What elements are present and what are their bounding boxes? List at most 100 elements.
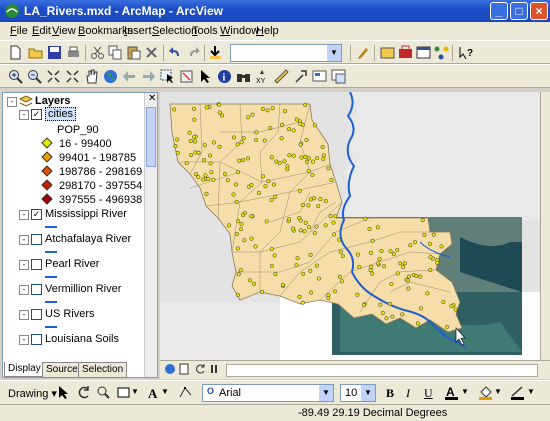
rectangle-tool-icon[interactable] [116,385,131,400]
zoom-out-icon[interactable] [27,69,42,84]
line-color-icon[interactable] [510,385,525,400]
chevron-down-icon[interactable]: ▼ [319,385,333,401]
collapse-icon[interactable]: - [19,285,29,295]
pause-drawing-icon[interactable] [208,363,220,375]
print-icon[interactable] [66,45,81,60]
menu-help[interactable]: Help [256,25,279,37]
save-icon[interactable] [47,45,62,60]
layer-visibility-checkbox[interactable] [31,259,42,270]
open-folder-icon[interactable] [28,45,43,60]
undo-icon[interactable] [168,45,183,60]
back-arrow-icon[interactable] [122,69,137,84]
menu-insert[interactable]: Insert [124,25,152,37]
editor-toolbar-icon[interactable] [356,45,371,60]
zoom-whole-page-icon[interactable] [96,385,111,400]
command-line-icon[interactable] [416,45,431,60]
toc-layer-row[interactable]: Atchafalaya River [45,233,131,247]
menu-window[interactable]: Window [220,25,259,37]
data-view-icon[interactable] [164,363,176,375]
time-slider-icon[interactable] [312,69,327,84]
chevron-down-icon[interactable]: ▼ [361,385,375,401]
chevron-down-icon[interactable]: ▼ [527,387,535,396]
layout-view-icon[interactable] [178,363,190,375]
select-features-icon[interactable] [160,69,175,84]
chevron-down-icon[interactable]: ▼ [161,387,169,396]
menu-selection[interactable]: Selection [152,25,197,37]
collapse-icon[interactable]: - [19,260,29,270]
new-document-icon[interactable] [8,45,23,60]
create-viewer-window-icon[interactable] [331,69,346,84]
whats-this-help-icon[interactable]: ? [458,45,473,60]
collapse-icon[interactable]: - [19,335,29,345]
clear-selection-icon[interactable] [179,69,194,84]
cities-visibility-checkbox[interactable]: ✓ [31,109,42,120]
toc-tab-selection[interactable]: Selection [78,362,128,378]
toc-layer-row[interactable]: US Rivers [45,308,95,322]
menu-tools[interactable]: Tools [192,25,218,37]
find-binoculars-icon[interactable] [236,69,251,84]
underline-button[interactable]: U [424,386,433,401]
refresh-icon[interactable] [194,363,206,375]
map-view[interactable] [160,92,540,360]
arccatalog-icon[interactable] [380,45,395,60]
rotate-icon[interactable] [76,385,91,400]
chevron-down-icon[interactable]: ▼ [461,387,469,396]
font-size-select[interactable]: 10 ▼ [340,384,376,402]
layer-visibility-checkbox[interactable] [31,334,42,345]
minimize-button[interactable]: _ [490,2,508,20]
collapse-icon[interactable]: - [19,310,29,320]
layer-visibility-checkbox[interactable] [31,234,42,245]
pan-hand-icon[interactable] [84,69,99,84]
zoom-in-icon[interactable] [8,69,23,84]
toc-tab-source[interactable]: Source [42,362,82,378]
new-text-icon[interactable]: A [146,385,161,400]
drawing-menu[interactable]: Drawing ▾ [8,387,57,400]
add-data-icon[interactable] [208,45,223,60]
toc-layer-row[interactable]: Pearl River [45,258,99,272]
copy-icon[interactable] [108,45,123,60]
italic-button[interactable]: I [406,386,410,401]
layer-visibility-checkbox[interactable]: ✓ [31,209,42,220]
bold-button[interactable]: B [386,386,394,401]
chevron-down-icon[interactable]: ▼ [494,387,502,396]
cut-icon[interactable] [90,45,105,60]
chevron-down-icon[interactable]: ▼ [131,387,139,396]
hyperlink-icon[interactable] [293,69,308,84]
edit-vertices-icon[interactable] [178,385,193,400]
select-elements-icon[interactable] [56,385,71,400]
toc-layer-row[interactable]: Louisiana Soils [45,333,119,347]
maximize-button[interactable]: □ [510,2,528,20]
toc-layer-cities[interactable]: cities [45,107,77,122]
collapse-icon[interactable]: - [19,210,29,220]
collapse-icon[interactable]: - [7,97,17,107]
menu-file[interactable]: File [10,25,28,37]
close-button[interactable]: × [530,2,548,20]
chevron-down-icon[interactable]: ▼ [327,45,341,61]
fill-color-bucket-icon[interactable] [478,385,493,400]
menu-edit[interactable]: Edit [32,25,51,37]
full-extent-globe-icon[interactable] [103,69,118,84]
toc-tab-display[interactable]: Display [4,362,45,377]
paste-icon[interactable] [126,45,141,60]
model-builder-icon[interactable] [434,45,449,60]
fixed-zoom-in-icon[interactable] [46,69,61,84]
toc-close-icon[interactable]: ✕ [148,93,156,104]
redo-icon[interactable] [186,45,201,60]
collapse-icon[interactable]: - [19,235,29,245]
toc-layer-row[interactable]: Mississippi River [45,208,127,222]
louisiana-map[interactable] [160,92,540,360]
collapse-icon[interactable]: - [19,110,29,120]
map-vertical-scrollbar[interactable] [540,92,550,360]
forward-arrow-icon[interactable] [141,69,156,84]
layer-visibility-checkbox[interactable] [31,309,42,320]
layer-visibility-checkbox[interactable] [31,284,42,295]
toc-layer-row[interactable]: Vermillion River [45,283,121,297]
delete-icon[interactable] [144,45,159,60]
font-select[interactable]: O Arial ▼ [202,384,334,402]
measure-icon[interactable] [274,69,289,84]
map-scale-combo[interactable]: ▼ [230,44,342,62]
fixed-zoom-out-icon[interactable] [65,69,80,84]
menu-view[interactable]: View [52,25,76,37]
identify-icon[interactable]: i [217,69,232,84]
select-elements-arrow-icon[interactable] [198,69,213,84]
